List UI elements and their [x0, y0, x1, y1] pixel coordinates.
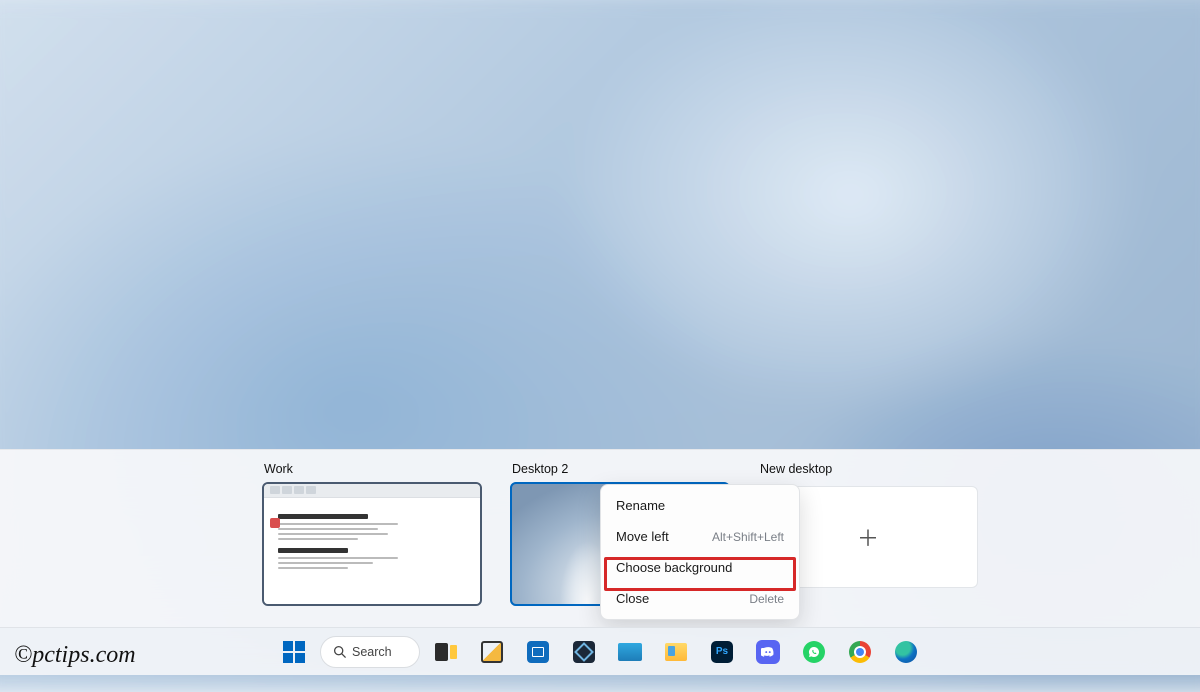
- menu-item-choose-background[interactable]: Choose background: [606, 552, 794, 583]
- task-view-button[interactable]: [426, 632, 466, 672]
- virtual-desktops-row: Work Desktop 2 Rename: [262, 462, 938, 606]
- taskbar-app-virtualbox[interactable]: [564, 632, 604, 672]
- taskbar-app-discord[interactable]: [748, 632, 788, 672]
- taskbar-app-snipping-tool[interactable]: [472, 632, 512, 672]
- taskbar-app-whatsapp[interactable]: [794, 632, 834, 672]
- edge-icon: [895, 641, 917, 663]
- windows-sandbox-icon: [618, 643, 642, 661]
- whatsapp-icon: [803, 641, 825, 663]
- desktop-label: Desktop 2: [510, 462, 730, 476]
- new-desktop-label: New desktop: [758, 462, 938, 476]
- taskbar-app-chrome[interactable]: [840, 632, 880, 672]
- taskbar-app-edge[interactable]: [886, 632, 926, 672]
- photoshop-icon: Ps: [711, 641, 733, 663]
- taskbar-app-windows-sandbox[interactable]: [610, 632, 650, 672]
- chrome-icon: [849, 641, 871, 663]
- menu-item-label: Choose background: [616, 560, 732, 575]
- menu-item-label: Rename: [616, 498, 665, 513]
- menu-item-close[interactable]: Close Delete: [606, 583, 794, 614]
- virtualbox-icon: [573, 641, 595, 663]
- desktop-label: Work: [262, 462, 482, 476]
- task-view-icon: [435, 643, 457, 661]
- file-explorer-icon: [665, 643, 687, 661]
- menu-item-shortcut: Delete: [749, 592, 784, 606]
- task-view-bar: Work Desktop 2 Rename: [0, 449, 1200, 627]
- virtual-desktop-work[interactable]: Work: [262, 462, 482, 606]
- watermark-text: ©pctips.com: [14, 642, 136, 669]
- search-label: Search: [352, 645, 392, 659]
- taskbar: Search Ps: [0, 627, 1200, 675]
- menu-item-label: Move left: [616, 529, 669, 544]
- plus-icon: ＋: [857, 521, 879, 553]
- virtual-desktop-2[interactable]: Desktop 2 Rename Move left Alt+Shift+Lef…: [510, 462, 730, 606]
- menu-item-rename[interactable]: Rename: [606, 490, 794, 521]
- discord-icon: [756, 640, 780, 664]
- taskbar-app-photoshop[interactable]: Ps: [702, 632, 742, 672]
- windows-logo-icon: [283, 641, 305, 663]
- search-icon: [333, 645, 346, 658]
- microsoft-store-icon: [527, 641, 549, 663]
- snipping-tool-icon: [481, 641, 503, 663]
- menu-item-shortcut: Alt+Shift+Left: [712, 530, 784, 544]
- start-button[interactable]: [274, 632, 314, 672]
- taskbar-app-file-explorer[interactable]: [656, 632, 696, 672]
- desktop-context-menu: Rename Move left Alt+Shift+Left Choose b…: [600, 484, 800, 620]
- desktop-thumbnail[interactable]: [262, 482, 482, 606]
- menu-item-move-left[interactable]: Move left Alt+Shift+Left: [606, 521, 794, 552]
- taskbar-search[interactable]: Search: [320, 636, 420, 668]
- taskbar-app-microsoft-store[interactable]: [518, 632, 558, 672]
- menu-item-label: Close: [616, 591, 649, 606]
